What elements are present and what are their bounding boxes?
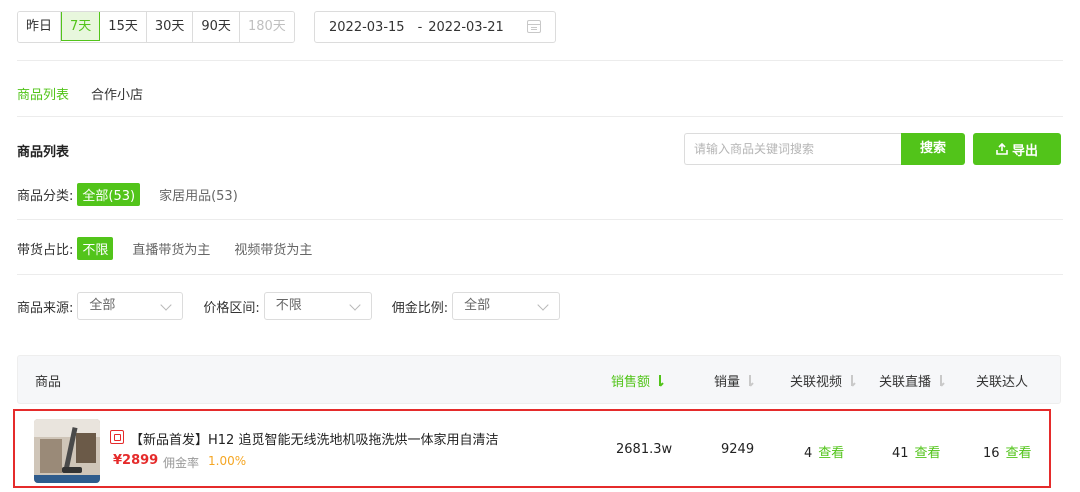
- product-name[interactable]: 【新品首发】H12 追觅智能无线洗地机吸拖洗烘一体家用自清洁: [130, 429, 498, 448]
- col-videos-header[interactable]: 关联视频: [790, 371, 856, 390]
- export-icon: [996, 143, 1008, 155]
- tab-product-list[interactable]: 商品列表: [17, 84, 69, 103]
- category-filter-label: 商品分类:: [17, 189, 74, 204]
- col-lives-header[interactable]: 关联直播: [879, 371, 945, 390]
- product-thumbnail[interactable]: [34, 419, 100, 483]
- videos-cell: 4 查看: [804, 442, 844, 461]
- col-product-header: 商品: [35, 375, 62, 390]
- lives-cell: 41 查看: [892, 442, 941, 461]
- export-button[interactable]: 导出: [973, 133, 1061, 165]
- view-lives-link[interactable]: 查看: [915, 446, 941, 461]
- price-select[interactable]: 不限: [263, 292, 372, 320]
- commission-select-value: 全部: [464, 298, 491, 313]
- new-product-tag-icon: [110, 430, 124, 444]
- commission-rate: 1.00%: [208, 454, 247, 468]
- chevron-down-icon: [349, 299, 361, 311]
- category-home-chip[interactable]: 家居用品(53): [154, 183, 243, 206]
- sales-volume-cell: 9249: [721, 442, 755, 457]
- date-range-picker[interactable]: 2022-03-15 - 2022-03-21: [314, 11, 556, 43]
- source-select-value: 全部: [89, 298, 116, 313]
- col-sales-volume-header[interactable]: 销量: [714, 371, 754, 390]
- price-select-value: 不限: [275, 298, 302, 313]
- col-sales-volume-label: 销量: [714, 375, 741, 390]
- table-row[interactable]: 【新品首发】H12 追觅智能无线洗地机吸拖洗烘一体家用自清洁 ¥2899 佣金率…: [13, 409, 1051, 488]
- divider: [17, 60, 1063, 61]
- tab-bar: 商品列表 合作小店: [17, 84, 143, 103]
- view-videos-link[interactable]: 查看: [818, 446, 844, 461]
- col-sales-amount-header[interactable]: 销售额: [611, 371, 664, 390]
- tab-partner-shops[interactable]: 合作小店: [91, 84, 143, 103]
- category-filter: 商品分类: 全部(53) 家居用品(53): [17, 183, 257, 206]
- chevron-down-icon: [537, 299, 549, 311]
- date-separator: -: [417, 19, 423, 35]
- price-filter-label: 价格区间:: [203, 300, 260, 316]
- influencers-count: 16: [983, 446, 1000, 461]
- view-influencers-link[interactable]: 查看: [1006, 446, 1032, 461]
- date-range-quick-options: 昨日 7天 15天 30天 90天 180天: [17, 11, 295, 43]
- date-start: 2022-03-15: [329, 19, 405, 35]
- section-title: 商品列表: [17, 145, 70, 160]
- range-7-days-button[interactable]: 7天: [61, 12, 101, 41]
- ratio-filter: 带货占比: 不限 直播带货为主 视频带货为主: [17, 237, 331, 260]
- videos-count: 4: [804, 446, 813, 461]
- product-price: ¥2899: [113, 453, 159, 468]
- range-90-days-button[interactable]: 90天: [193, 12, 240, 42]
- col-videos-label: 关联视频: [790, 375, 843, 390]
- commission-filter-label: 佣金比例:: [391, 300, 449, 316]
- range-30-days-button[interactable]: 30天: [146, 12, 194, 42]
- commission-select[interactable]: 全部: [452, 292, 561, 320]
- source-select[interactable]: 全部: [77, 292, 184, 320]
- lives-count: 41: [892, 446, 909, 461]
- ratio-live-chip[interactable]: 直播带货为主: [127, 237, 215, 260]
- ratio-video-chip[interactable]: 视频带货为主: [229, 237, 317, 260]
- divider: [17, 274, 1063, 275]
- date-end: 2022-03-21: [428, 19, 504, 35]
- ratio-unlimited-chip[interactable]: 不限: [77, 237, 114, 260]
- category-all-chip[interactable]: 全部(53): [77, 183, 141, 206]
- divider: [17, 219, 1063, 220]
- sort-desc-icon: [656, 375, 664, 387]
- influencers-cell: 16 查看: [983, 442, 1032, 461]
- search-input[interactable]: [684, 133, 902, 165]
- commission-label: 佣金率: [163, 456, 200, 470]
- dropdown-filters: 商品来源: 全部 价格区间: 不限 佣金比例: 全部: [17, 292, 580, 320]
- sort-icon: [848, 375, 856, 387]
- sort-icon: [746, 375, 754, 387]
- range-yesterday-button[interactable]: 昨日: [18, 12, 62, 42]
- sales-amount-cell: 2681.3w: [616, 442, 673, 457]
- table-header: 商品 销售额 销量 关联视频 关联直播 关联达人: [17, 355, 1061, 404]
- divider: [17, 116, 1063, 117]
- col-sales-amount-label: 销售额: [611, 375, 651, 390]
- calendar-icon: [527, 20, 541, 33]
- ratio-filter-label: 带货占比:: [17, 243, 74, 258]
- search-button[interactable]: 搜索: [901, 133, 965, 165]
- sort-icon: [937, 375, 945, 387]
- range-15-days-button[interactable]: 15天: [100, 12, 147, 42]
- range-180-days-button[interactable]: 180天: [239, 12, 294, 42]
- export-label: 导出: [1011, 143, 1038, 159]
- chevron-down-icon: [160, 299, 173, 311]
- col-lives-label: 关联直播: [879, 375, 932, 390]
- col-influencers-header: 关联达人: [976, 375, 1029, 390]
- source-filter-label: 商品来源:: [17, 300, 74, 316]
